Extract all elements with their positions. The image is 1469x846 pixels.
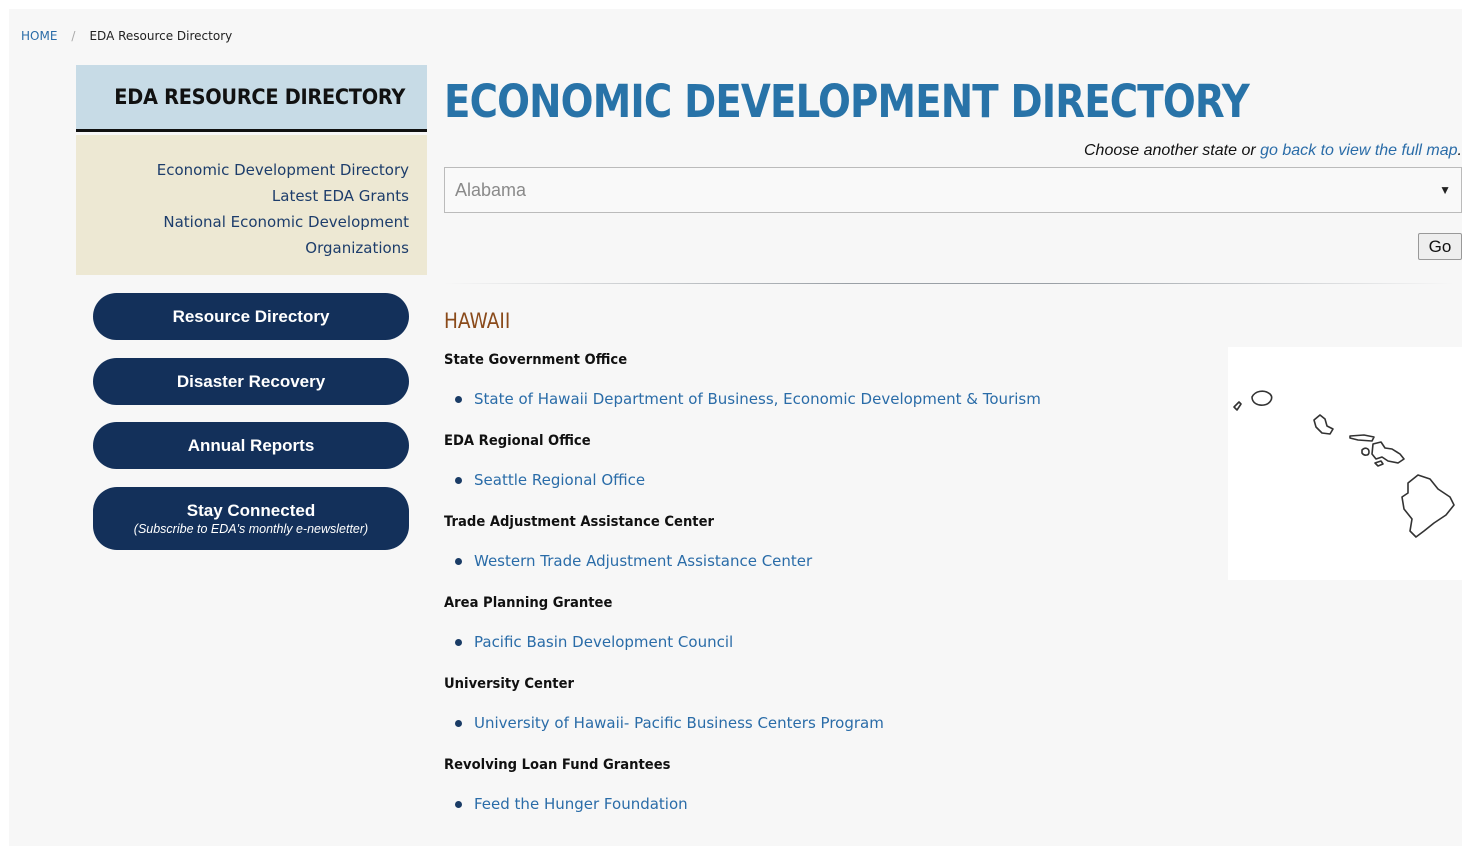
sidebar-link-latest-eda-grants[interactable]: Latest EDA Grants [94,183,409,209]
sidebar-links: Economic Development Directory Latest ED… [76,135,427,275]
bullet-icon [455,638,462,646]
sidebar-link-organizations[interactable]: Organizations [94,235,409,261]
page: HOME / EDA Resource Directory EDA RESOUR… [9,9,1462,846]
breadcrumb: HOME / EDA Resource Directory [21,29,232,43]
section-heading-trade-adjustment-assistance-center: Trade Adjustment Assistance Center [444,514,715,530]
hawaii-map-icon [1228,347,1462,580]
go-button[interactable]: Go [1418,233,1462,260]
university-center-link[interactable]: University of Hawaii- Pacific Business C… [474,714,884,732]
resource-directory-label: Resource Directory [172,306,330,326]
sidebar-title: EDA RESOURCE DIRECTORY [114,85,405,109]
choose-state-line: Choose another state or go back to view … [1084,142,1462,160]
breadcrumb-home-link[interactable]: HOME [21,29,57,43]
bullet-icon [455,395,462,403]
choose-state-text: Choose another state or [1084,142,1261,159]
section-heading-revolving-loan-fund-grantees: Revolving Loan Fund Grantees [444,757,671,773]
sidebar-link-national-ed-organizations[interactable]: National Economic Development [94,209,409,235]
stay-connected-label: Stay Connected [186,501,316,520]
eda-regional-office-link[interactable]: Seattle Regional Office [474,471,645,489]
section-heading-area-planning-grantee: Area Planning Grantee [444,595,613,611]
annual-reports-button[interactable]: Annual Reports [93,422,409,469]
section-heading-eda-regional-office: EDA Regional Office [444,433,591,449]
list-item: Pacific Basin Development Council [455,633,733,651]
annual-reports-label: Annual Reports [187,435,315,455]
list-item: University of Hawaii- Pacific Business C… [455,714,884,732]
bullet-icon [455,800,462,808]
list-item: Western Trade Adjustment Assistance Cent… [455,552,812,570]
state-select[interactable]: Alabama ▼ [444,167,1462,213]
chevron-down-icon: ▼ [1439,183,1451,197]
revolving-loan-fund-grantee-link[interactable]: Feed the Hunger Foundation [474,795,688,813]
stay-connected-button[interactable]: Stay Connected (Subscribe to EDA's month… [93,487,409,550]
disaster-recovery-label: Disaster Recovery [176,371,326,391]
bullet-icon [455,476,462,484]
breadcrumb-current: EDA Resource Directory [89,29,233,43]
state-select-value: Alabama [455,179,527,200]
stay-connected-sublabel: (Subscribe to EDA's monthly e-newsletter… [133,522,369,536]
choose-state-period: . [1457,142,1462,159]
resource-directory-button[interactable]: Resource Directory [93,293,409,340]
list-item: Seattle Regional Office [455,471,645,489]
full-map-link[interactable]: go back to view the full map [1260,142,1457,159]
section-heading-university-center: University Center [444,676,575,692]
sidebar-header: EDA RESOURCE DIRECTORY [76,65,427,132]
sidebar-link-economic-development-directory[interactable]: Economic Development Directory [94,157,409,183]
disaster-recovery-button[interactable]: Disaster Recovery [93,358,409,405]
page-title: ECONOMIC DEVELOPMENT DIRECTORY [444,75,1250,128]
breadcrumb-separator: / [71,29,76,43]
bullet-icon [455,557,462,565]
trade-adjustment-assistance-center-link[interactable]: Western Trade Adjustment Assistance Cent… [474,552,812,570]
state-heading: HAWAII [444,309,511,333]
list-item: State of Hawaii Department of Business, … [455,390,1041,408]
bullet-icon [455,719,462,727]
section-heading-state-government-office: State Government Office [444,352,628,368]
state-government-office-link[interactable]: State of Hawaii Department of Business, … [474,390,1041,408]
list-item: Feed the Hunger Foundation [455,795,688,813]
area-planning-grantee-link[interactable]: Pacific Basin Development Council [474,633,733,651]
divider [444,283,1454,284]
